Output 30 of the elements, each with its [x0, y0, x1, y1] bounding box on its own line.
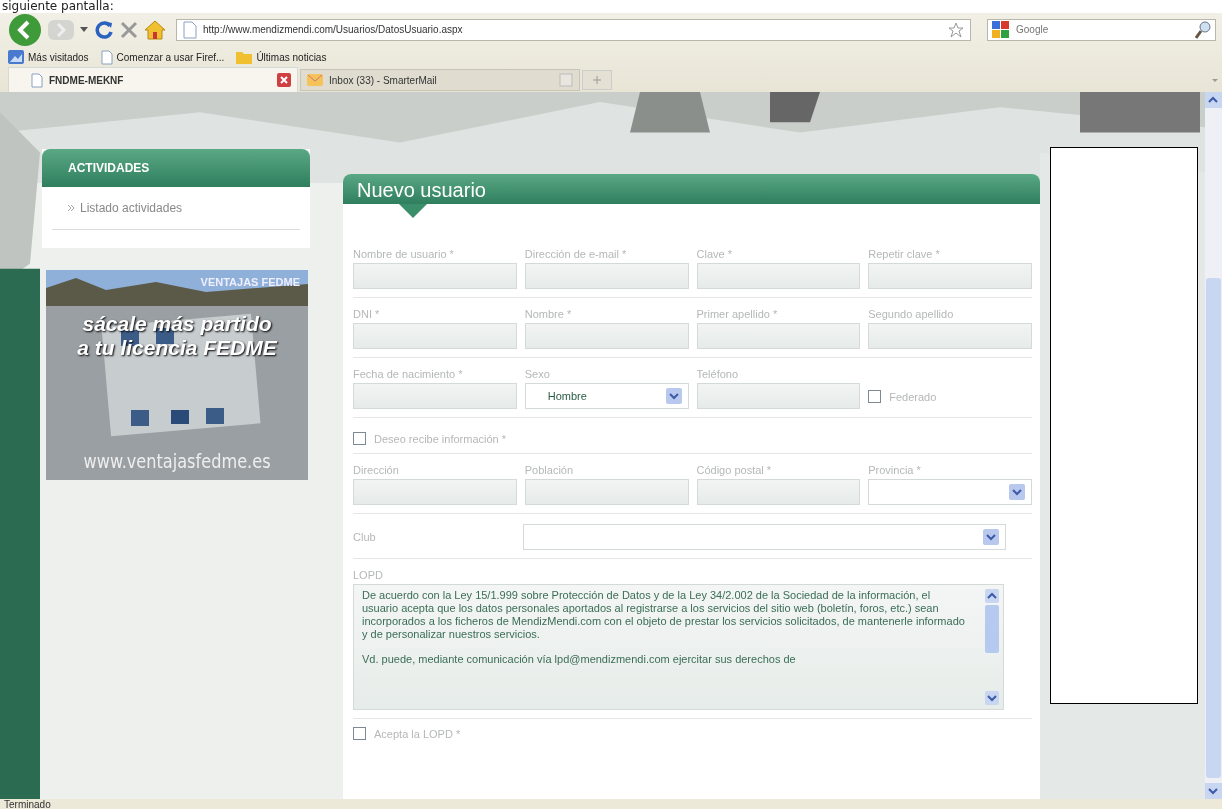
page-icon [100, 49, 113, 65]
search-icon[interactable] [1195, 20, 1211, 39]
reload-icon[interactable] [94, 19, 114, 40]
browser-tab[interactable]: FNDME-MEKNF [8, 67, 298, 93]
back-icon[interactable] [8, 12, 42, 47]
caption-text: siguiente pantalla: [1, 0, 115, 13]
close-icon[interactable] [277, 73, 291, 87]
stop-icon[interactable] [120, 20, 138, 39]
caret-icon[interactable] [80, 26, 88, 33]
bookmark-link[interactable]: Más visitados [28, 51, 89, 63]
forward-icon[interactable] [48, 18, 74, 41]
bookmark-link[interactable]: Comenzar a usar Firef... [116, 51, 225, 63]
address-bar[interactable]: http://www.mendizmendi.com/Usuarios/DatosUsuario.aspx [176, 18, 971, 41]
star-icon[interactable] [948, 21, 964, 38]
google-logo-icon [992, 20, 1010, 39]
page-icon [31, 72, 43, 88]
browser-tab[interactable]: Inbox (33) - SmarterMail [300, 69, 580, 91]
new-tab-icon[interactable] [582, 70, 612, 90]
search-field[interactable]: Google [987, 18, 1216, 41]
folder-icon [236, 50, 253, 64]
home-icon[interactable] [144, 19, 166, 40]
scroll-down-icon[interactable] [1205, 783, 1222, 799]
mail-icon [307, 74, 323, 86]
page-icon [183, 20, 197, 39]
tab-preview-icon[interactable] [559, 73, 573, 87]
scrollbar[interactable] [1205, 92, 1222, 799]
status-bar: Terminado [0, 799, 1222, 809]
bookmark-icon [8, 50, 24, 64]
scroll-up-icon[interactable] [1205, 92, 1222, 108]
bookmark-link[interactable]: Últimas noticias [256, 51, 327, 63]
